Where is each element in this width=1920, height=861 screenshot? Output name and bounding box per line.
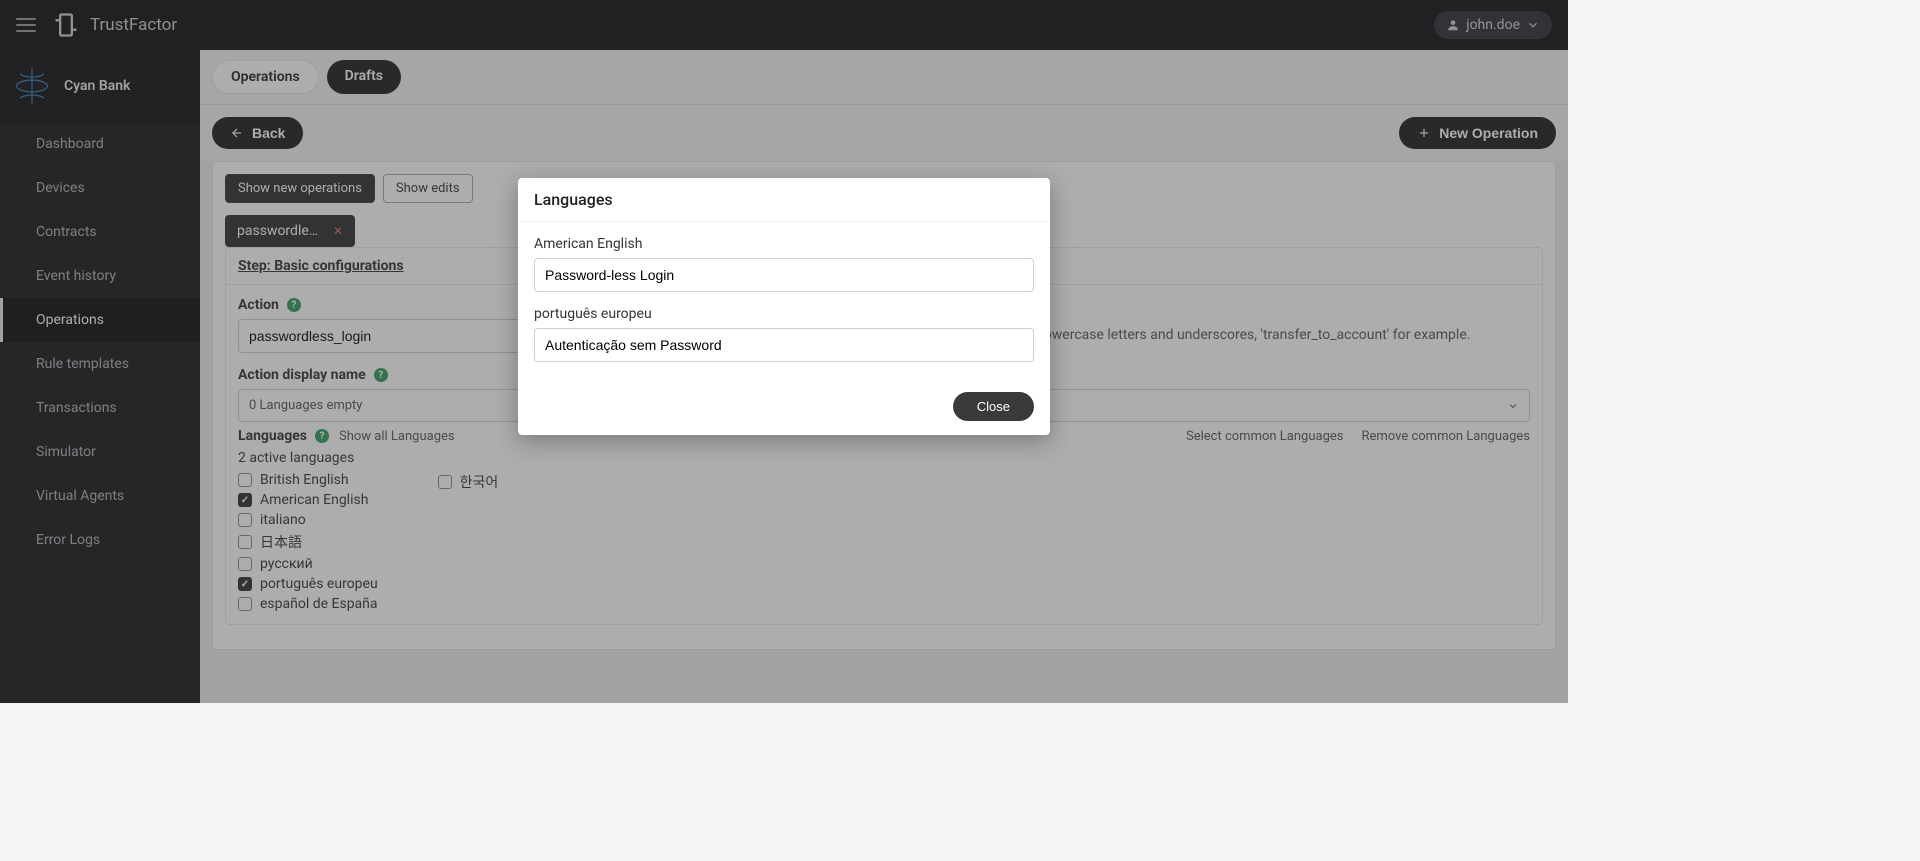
- close-button[interactable]: Close: [953, 392, 1034, 421]
- modal-field-input-pt[interactable]: [534, 328, 1034, 362]
- modal-title: Languages: [518, 178, 1050, 222]
- modal-field-input-en[interactable]: [534, 258, 1034, 292]
- languages-modal: Languages American English português eur…: [518, 178, 1050, 435]
- modal-field-label-en: American English: [534, 236, 1034, 252]
- modal-field-label-pt: português europeu: [534, 306, 1034, 322]
